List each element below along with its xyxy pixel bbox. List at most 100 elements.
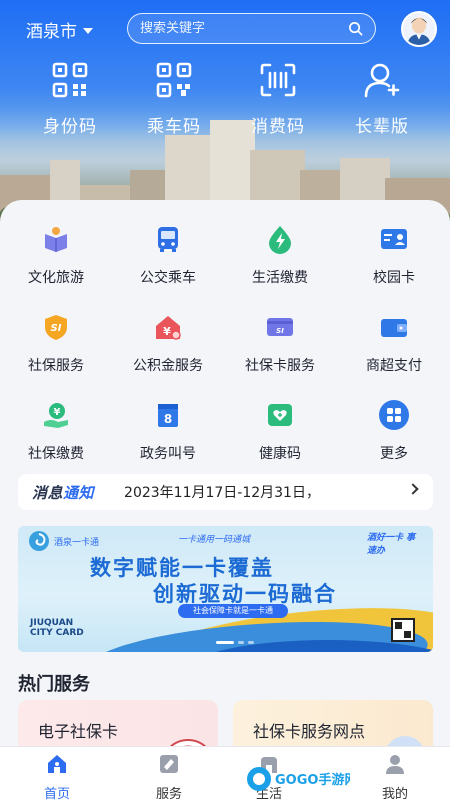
campus-card-icon <box>381 229 407 249</box>
banner-logo-text: 酒泉一卡通 <box>54 537 100 548</box>
service-culture-tourism[interactable]: 文化旅游 <box>0 224 112 287</box>
notice-bar[interactable]: 消息通知 2023年11月17日-12月31日， <box>18 474 433 510</box>
svg-text:¥: ¥ <box>163 325 171 338</box>
svg-text:8: 8 <box>164 412 172 426</box>
carousel-dot <box>248 641 254 644</box>
service-social-security[interactable]: SI 社保服务 <box>0 312 112 375</box>
culture-tourism-icon <box>45 227 67 252</box>
health-code-icon <box>268 404 292 426</box>
carousel-dot <box>238 641 244 644</box>
bottom-tab-bar: 首页 服务 生活 我的 <box>0 746 450 800</box>
quick-code-consume[interactable]: 消费码 <box>228 62 328 137</box>
social-payment-icon: ¥ <box>44 403 68 428</box>
tab-service[interactable]: 服务 <box>124 753 214 800</box>
bus-icon <box>158 227 178 252</box>
user-avatar-icon <box>403 13 435 45</box>
city-name: 酒泉市 <box>26 22 77 42</box>
quick-code-label: 消费码 <box>251 117 305 137</box>
watermark-logo: GOGO手游网 <box>245 764 357 794</box>
service-more[interactable]: 更多 <box>338 400 450 463</box>
banner-en-line2: CITY CARD <box>30 628 84 638</box>
banner-english: JIUQUAN CITY CARD <box>30 618 84 638</box>
promo-banner[interactable]: 酒泉一卡通 一卡通用一码通城 酒好一卡 事速办 数字赋能一卡覆盖 创新驱动一码融… <box>18 526 433 652</box>
banner-pill: 社会保障卡就是一卡通 <box>178 604 288 618</box>
service-label: 公积金服务 <box>133 358 203 374</box>
service-queue-number[interactable]: 8 政务叫号 <box>112 400 224 463</box>
search-input[interactable] <box>140 21 330 36</box>
hot-service-label: 电子社保卡 <box>38 722 119 741</box>
watermark-text: GOGO手游网 <box>275 772 350 788</box>
service-label: 文化旅游 <box>28 270 84 286</box>
service-campus-card[interactable]: 校园卡 <box>338 224 450 287</box>
notice-text: 2023年11月17日-12月31日， <box>124 485 320 501</box>
social-security-icon: SI <box>45 315 67 340</box>
quick-code-label: 身份码 <box>43 117 97 137</box>
home-icon <box>48 755 66 773</box>
service-label: 社保缴费 <box>28 446 84 462</box>
svg-text:SI: SI <box>51 323 62 334</box>
quick-code-bus[interactable]: 乘车码 <box>124 62 224 137</box>
service-bus[interactable]: 公交乘车 <box>112 224 224 287</box>
banner-tagline: 一卡通用一码通城 <box>178 535 251 545</box>
service-label: 健康码 <box>259 446 301 462</box>
tab-label: 首页 <box>43 787 70 800</box>
quick-code-elder[interactable]: 长辈版 <box>332 62 432 137</box>
service-label: 生活缴费 <box>252 270 308 286</box>
quick-code-label: 长辈版 <box>355 117 409 137</box>
svg-text:SI: SI <box>276 327 284 335</box>
carousel-indicator <box>216 641 254 644</box>
banner-stamp: 酒好一卡 事速办 <box>367 533 416 556</box>
service-label: 更多 <box>380 446 408 462</box>
chevron-right-icon[interactable] <box>407 483 419 495</box>
tab-profile[interactable]: 我的 <box>350 753 440 800</box>
wallet-icon <box>381 319 407 337</box>
service-supermarket-pay[interactable]: 商超支付 <box>338 312 450 375</box>
service-social-payment[interactable]: ¥ 社保缴费 <box>0 400 112 463</box>
bus-qr-icon <box>156 62 192 98</box>
service-label: 商超支付 <box>366 358 422 374</box>
service-label: 社保卡服务 <box>245 358 315 374</box>
search-icon[interactable] <box>348 21 363 36</box>
service-label: 校园卡 <box>373 270 415 286</box>
queue-number-icon: 8 <box>158 404 178 427</box>
scan-icon <box>260 63 296 97</box>
search-bar[interactable] <box>127 13 376 44</box>
qr-code-icon <box>391 618 415 642</box>
housing-fund-icon: ¥ <box>156 316 181 340</box>
hot-service-label: 社保卡服务网点 <box>253 722 366 741</box>
quick-codes: 身份码 乘车码 消费码 长辈版 <box>0 62 450 142</box>
service-health-code[interactable]: 健康码 <box>224 400 336 463</box>
more-grid-icon <box>379 400 409 430</box>
social-card-icon: SI <box>267 318 293 336</box>
swirl-logo-icon <box>29 531 49 551</box>
city-selector[interactable]: 酒泉市 <box>26 17 93 42</box>
profile-icon <box>386 755 404 774</box>
hero-header: 酒泉市 搜索关键字 身份码 乘车码 消费码 长辈版 <box>0 0 450 230</box>
service-icon <box>160 755 178 773</box>
service-label: 政务叫号 <box>140 446 196 462</box>
carousel-dot-active <box>216 641 234 644</box>
tab-label: 我的 <box>381 787 408 800</box>
quick-code-label: 乘车码 <box>147 117 201 137</box>
service-housing-fund[interactable]: ¥ 公积金服务 <box>112 312 224 375</box>
quick-code-identity[interactable]: 身份码 <box>20 62 120 137</box>
service-social-card[interactable]: SI 社保卡服务 <box>224 312 336 375</box>
service-utility-payment[interactable]: 生活缴费 <box>224 224 336 287</box>
hot-services-title: 热门服务 <box>18 674 90 695</box>
tab-home[interactable]: 首页 <box>12 753 102 800</box>
utility-payment-icon <box>269 226 291 254</box>
banner-logo: 酒泉一卡通 <box>28 530 99 552</box>
banner-en-line1: JIUQUAN <box>30 618 74 628</box>
notice-tag: 消息通知 <box>32 482 94 503</box>
elder-icon <box>364 63 400 98</box>
tab-label: 服务 <box>155 787 182 800</box>
svg-text:¥: ¥ <box>54 407 61 418</box>
top-bar: 酒泉市 <box>0 0 450 58</box>
caret-down-icon <box>83 27 93 34</box>
service-label: 公交乘车 <box>140 270 196 286</box>
notice-tag-part1: 消息 <box>32 483 64 502</box>
main-panel: 文化旅游 公交乘车 生活缴费 校园卡 SI 社保服务 ¥ 公积金服务 SI 社保… <box>0 200 450 800</box>
gogo-watermark-icon: GOGO手游网 <box>247 767 357 791</box>
avatar[interactable] <box>401 11 437 47</box>
qr-code-icon <box>52 62 88 98</box>
